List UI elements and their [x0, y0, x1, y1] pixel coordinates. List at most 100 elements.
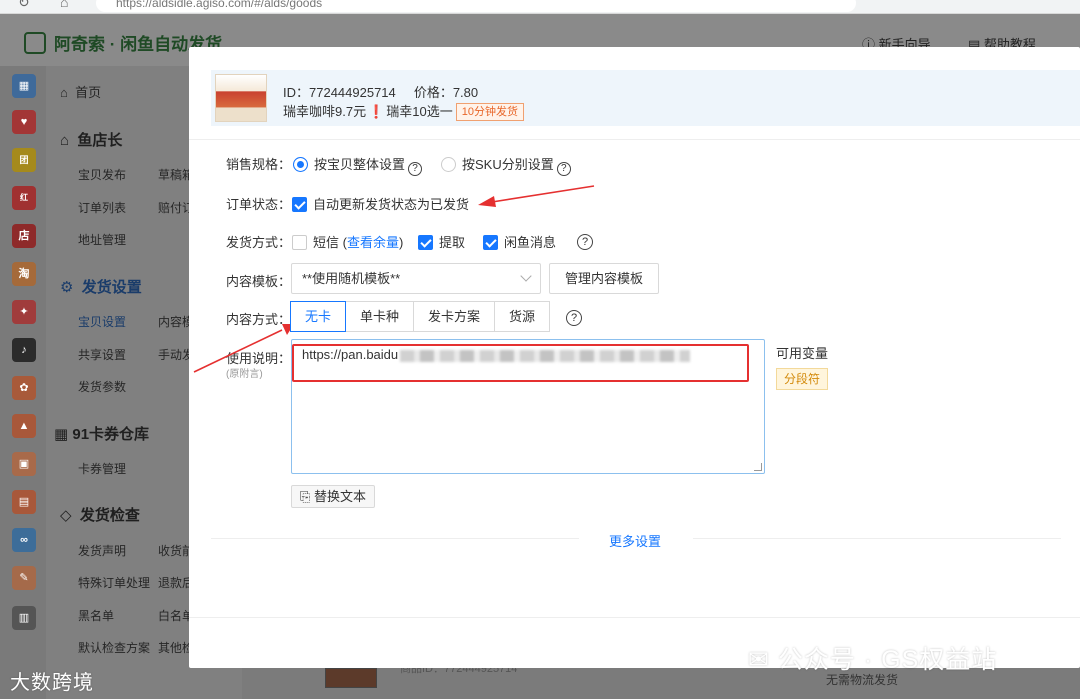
sidebar-item-card-manage[interactable]: 卡券管理	[78, 460, 126, 477]
content-mode-label: 内容方式：	[226, 312, 292, 327]
checkbox-unchecked-icon	[292, 235, 307, 250]
book-app-icon[interactable]: ▤	[12, 490, 36, 514]
radio-unselected-icon	[441, 157, 456, 172]
more-settings-link[interactable]: 更多设置	[609, 531, 661, 550]
home-icon[interactable]: ⌂	[60, 0, 68, 10]
ship-time-tag: 10分钟发货	[455, 103, 524, 121]
taobao-app-icon[interactable]: 淘	[12, 262, 36, 286]
browser-toolbar: ↻ ⌂ https://aldsidle.agiso.com/#/alds/go…	[0, 0, 1080, 14]
news-app-icon[interactable]: ▥	[12, 606, 36, 630]
sidebar-item-orders[interactable]: 订单列表	[78, 199, 126, 216]
help-icon[interactable]: ?	[408, 162, 423, 176]
pickup-label: 提取	[439, 235, 466, 250]
sidebar-section-shop[interactable]: ⌂ 鱼店长	[60, 129, 122, 150]
goods-title: 瑞幸咖啡9.7元 ❗ 瑞幸10选一 10分钟发货	[283, 101, 524, 121]
sidebar-item-address[interactable]: 地址管理	[78, 231, 126, 248]
sms-quota-link[interactable]: 查看余量	[347, 235, 399, 250]
replace-icon: ⎘	[300, 489, 311, 504]
ship-method-label: 发货方式：	[226, 235, 292, 250]
sidebar-item-special-orders[interactable]: 特殊订单处理	[78, 574, 150, 591]
chevron-down-icon	[520, 270, 532, 282]
tab-card-plan[interactable]: 发卡方案	[413, 301, 496, 332]
goods-thumbnail	[215, 74, 267, 122]
heart-app-icon[interactable]: ♥	[12, 110, 36, 134]
shop-app-icon[interactable]: 店	[12, 224, 36, 248]
goods-title-tail: 瑞幸10选一	[386, 104, 453, 119]
radio-by-sku[interactable]: 按SKU分别设置?	[441, 154, 571, 176]
template-label: 内容模板：	[226, 274, 292, 289]
replace-text-button[interactable]: ⎘ 替换文本	[291, 485, 376, 508]
ship-method-help[interactable]: ?	[574, 231, 593, 250]
sidebar-section-check[interactable]: ◇ 发货检查	[60, 504, 140, 525]
radio-whole-goods[interactable]: 按宝贝整体设置?	[293, 154, 423, 176]
auto-update-status-label: 自动更新发货状态为已发货	[313, 197, 470, 212]
sidebar-item-publish[interactable]: 宝贝发布	[78, 166, 126, 183]
goods-price: 价格：7.80	[413, 85, 479, 100]
tab-single-card[interactable]: 单卡种	[345, 301, 415, 332]
radio-selected-icon	[293, 157, 308, 172]
home-icon: ⌂	[60, 85, 68, 100]
sidebar-item-blacklist[interactable]: 黑名单	[78, 607, 114, 624]
variable-paragraph-break[interactable]: 分段符	[776, 368, 829, 390]
watermark-right-label: 公众号 · GS权益站	[777, 646, 998, 674]
tab-no-card[interactable]: 无卡	[290, 301, 347, 332]
goods-id-price: ID：772444925714 价格：7.80	[283, 82, 478, 101]
xiaohongshu-app-icon[interactable]: 红	[12, 186, 36, 210]
watermark-left: 大数跨境	[10, 672, 94, 694]
gift-app-icon[interactable]: ✦	[12, 300, 36, 324]
checkbox-checked-icon	[483, 235, 498, 250]
card-app-icon[interactable]: ▣	[12, 452, 36, 476]
edit-app-icon[interactable]: ✎	[12, 566, 36, 590]
order-status-label: 订单状态：	[226, 197, 292, 212]
content-mode-tabs: 无卡 单卡种 发卡方案 货源	[290, 301, 551, 332]
logo-icon	[24, 32, 46, 54]
tuanhuo-app-icon[interactable]: 团	[12, 148, 36, 172]
sidebar-item-ship-params[interactable]: 发货参数	[78, 378, 126, 395]
auto-update-status-checkbox[interactable]: 自动更新发货状态为已发货	[292, 194, 469, 213]
more-divider-left	[211, 538, 579, 539]
more-divider-right	[693, 538, 1061, 539]
sidebar-section-label: 发货检查	[79, 507, 140, 524]
sms-checkbox[interactable]: 短信 (查看余量)	[292, 232, 403, 251]
template-select[interactable]: **使用随机模板**	[291, 263, 541, 294]
shield-icon: ◇	[60, 507, 72, 524]
app-icon-rail: ▦ ♥ 团 红 店 淘 ✦ ♪ ✿ ▲ ▣ ▤ ∞ ✎ ▥	[0, 66, 46, 699]
xianyu-message-checkbox[interactable]: 闲鱼消息	[483, 232, 556, 251]
resize-handle[interactable]	[754, 463, 762, 471]
pickup-checkbox[interactable]: 提取	[418, 232, 465, 251]
reload-icon[interactable]: ↻	[18, 0, 30, 11]
goods-settings-dialog: ID：772444925714 价格：7.80 瑞幸咖啡9.7元 ❗ 瑞幸10选一 1…	[189, 47, 1080, 668]
footer-divider	[189, 617, 1080, 618]
tab-supply[interactable]: 货源	[494, 301, 551, 332]
sales-spec-label: 销售规格：	[226, 157, 292, 172]
help-icon[interactable]: ?	[556, 162, 571, 176]
tiktok-app-icon[interactable]: ♪	[12, 338, 36, 362]
grid-app-icon[interactable]: ▦	[12, 74, 36, 98]
checkbox-checked-icon	[292, 197, 307, 212]
sidebar-section-shipping[interactable]: ⚙ 发货设置	[60, 276, 142, 297]
manage-templates-button[interactable]: 管理内容模板	[549, 263, 659, 294]
variables-title: 可用变量	[776, 346, 829, 361]
sidebar-item-default-check[interactable]: 默认检查方案	[78, 639, 150, 656]
thumb-app-icon[interactable]: ▲	[12, 414, 36, 438]
sidebar-section-label: 鱼店长	[77, 132, 123, 149]
sidebar-section-card-store[interactable]: ▦ 91卡券仓库	[54, 423, 149, 444]
sidebar-item-home[interactable]: ⌂ 首页	[60, 82, 101, 101]
settings-icon: ⚙	[60, 279, 74, 296]
content-mode-help[interactable]: ?	[563, 307, 582, 326]
template-selected-value: **使用随机模板**	[302, 271, 401, 286]
address-bar[interactable]: https://aldsidle.agiso.com/#/alds/goods	[96, 0, 856, 12]
sidebar-home-label: 首页	[75, 85, 102, 100]
clover-app-icon[interactable]: ✿	[12, 376, 36, 400]
goods-title-main: 瑞幸咖啡9.7元	[283, 104, 367, 119]
replace-text-label: 替换文本	[314, 489, 367, 504]
store-icon: ⌂	[60, 132, 70, 149]
sms-label: 短信	[313, 235, 340, 250]
link-app-icon[interactable]: ∞	[12, 528, 36, 552]
sidebar-item-ship-statement[interactable]: 发货声明	[78, 542, 126, 559]
sidebar-section-label: 发货设置	[81, 279, 142, 296]
sidebar-item-goods-settings[interactable]: 宝贝设置	[78, 313, 126, 330]
exclamation-icon: ❗	[368, 104, 385, 119]
annotation-red-box	[292, 344, 749, 382]
sidebar-item-share-settings[interactable]: 共享设置	[78, 346, 126, 363]
